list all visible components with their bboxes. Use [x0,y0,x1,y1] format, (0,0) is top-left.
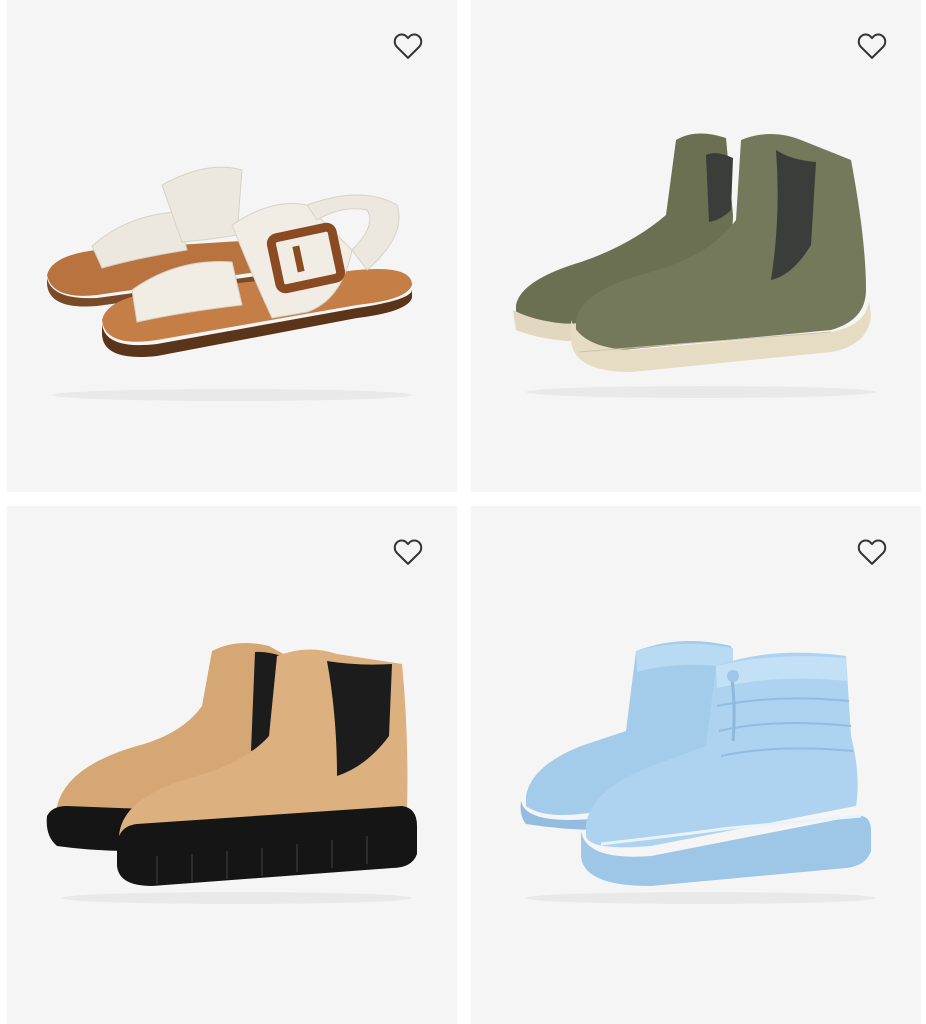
heart-outline-icon [857,33,887,59]
puffer-boot-image [520,641,876,904]
product-image[interactable] [7,506,457,1024]
heart-outline-icon [393,539,423,565]
heart-outline-icon [857,539,887,565]
favorite-button[interactable] [855,30,889,62]
favorite-button[interactable] [391,30,425,62]
sandal-image [47,166,412,401]
chelsea-wedge-image [513,133,876,398]
lug-sole-boot-image [46,642,417,904]
product-image[interactable] [471,0,921,492]
product-image[interactable] [471,506,921,1024]
product-card[interactable]: olive suede chelsea wedge bootie [471,0,921,492]
heart-outline-icon [393,33,423,59]
product-card[interactable]: tan leather lug-sole chelsea boot [7,506,457,1024]
product-card[interactable]: light blue quilted puffer ankle boot [471,506,921,1024]
favorite-button[interactable] [855,536,889,568]
product-card[interactable]: white two-strap buckle sandal [7,0,457,492]
product-grid: white two-strap buckle sandal olive sue [0,0,926,1024]
favorite-button[interactable] [391,536,425,568]
product-image[interactable] [7,0,457,492]
